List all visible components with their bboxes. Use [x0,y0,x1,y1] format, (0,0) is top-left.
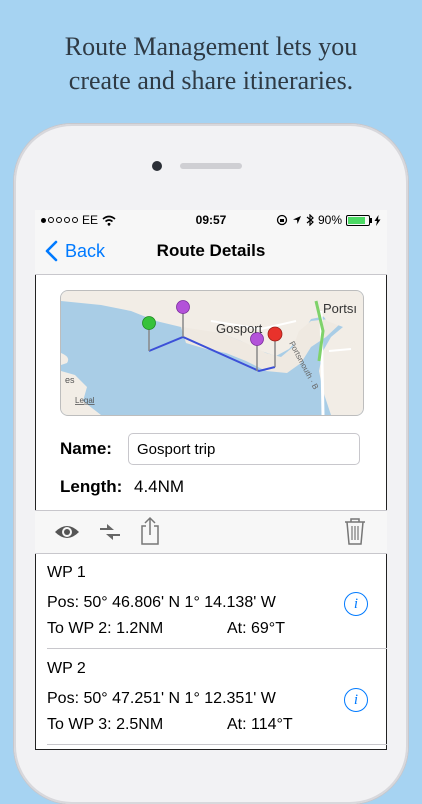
name-label: Name: [60,439,112,458]
waypoint-bearing: At: 69°T [227,620,285,637]
waypoint-position: Pos: 50° 46.806' N 1° 14.138' W [47,594,276,611]
info-button[interactable]: i [344,592,368,616]
battery-percent: 90% [317,213,342,227]
map-label-gosport: Gosport [216,321,263,336]
waypoint-row[interactable]: WP 2 Pos: 50° 47.251' N 1° 12.351' W To … [35,648,387,750]
waypoint-next-distance: To WP 2: 1.2NM [47,620,164,637]
waypoint-bearing: At: 114°T [227,716,293,733]
location-arrow-icon [292,216,301,224]
waypoint-next-distance: To WP 3: 2.5NM [47,716,164,733]
trash-icon[interactable] [343,516,367,546]
share-icon[interactable] [139,516,161,546]
phone-screen: EE 09:57 90% Back Route Details Gosport … [35,210,387,750]
headline-line-1: Route Management lets you [64,32,358,61]
waypoint-position: Pos: 50° 47.251' N 1° 12.351' W [47,690,276,707]
route-name-input[interactable] [128,433,360,465]
front-camera [152,161,162,171]
route-map-canvas: Gosport Portsı Portsmouth · B es Legal [61,291,363,415]
info-button[interactable]: i [344,688,368,712]
waypoint-name: WP 1 [47,564,86,581]
map-legal-link[interactable]: Legal [75,396,95,405]
length-label: Length: [60,477,123,496]
swap-arrows-icon[interactable] [97,521,123,543]
waypoint-name: WP 2 [47,660,86,677]
map-label-edge: es [65,375,75,385]
headline-line-2: create and share itineraries. [68,66,354,95]
page-title: Route Details [156,241,266,260]
orientation-lock-icon [276,214,288,226]
status-bar: EE 09:57 90% [35,210,387,230]
map-label-portsmouth: Portsı [323,301,357,316]
promo-headline: Route Management lets you create and sha… [0,30,422,98]
battery-icon [346,214,372,226]
navigation-bar: Back Route Details [35,230,387,275]
row-divider [47,744,387,745]
route-form: Name: Length: 4.4NM [60,432,365,504]
charging-bolt-icon [374,214,381,226]
waypoint-row[interactable]: WP 1 Pos: 50° 46.806' N 1° 14.138' W To … [35,552,387,648]
length-value: 4.4NM [134,477,185,496]
eye-icon[interactable] [53,523,81,541]
bluetooth-icon [306,214,314,226]
route-map[interactable]: Gosport Portsı Portsmouth · B es Legal [60,290,364,416]
route-toolbar [35,510,387,554]
earpiece-speaker [180,163,242,169]
